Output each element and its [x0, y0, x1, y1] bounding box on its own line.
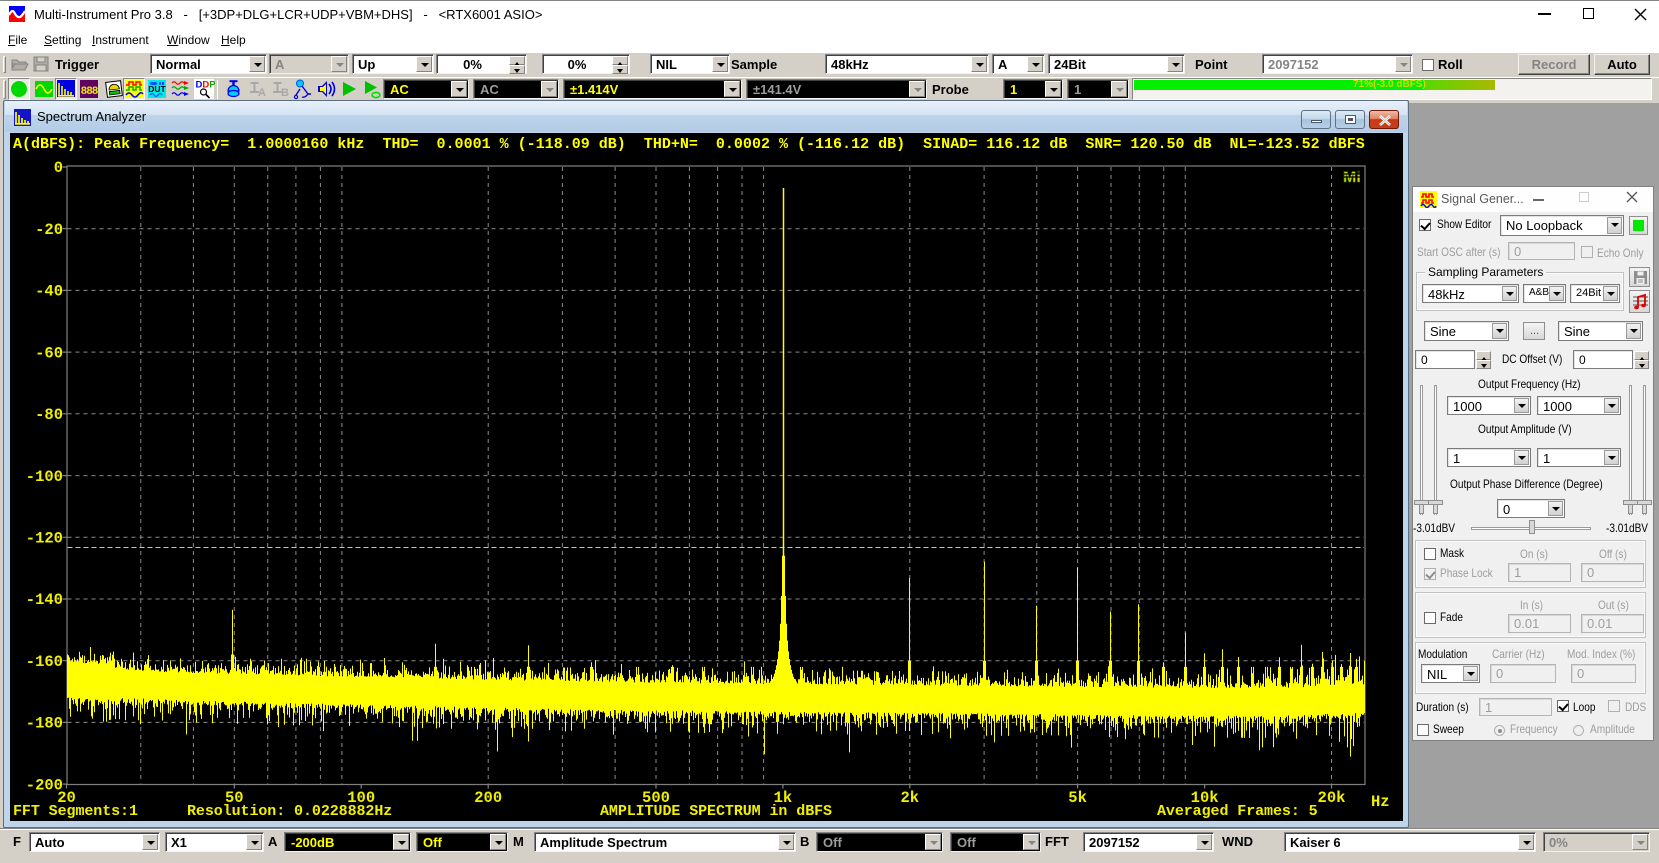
svg-text:0: 0 [54, 159, 63, 177]
svg-text:888: 888 [81, 86, 99, 98]
svg-text:-140: -140 [26, 591, 63, 609]
svg-text:A: A [258, 87, 266, 99]
svg-text:20k: 20k [1318, 789, 1346, 807]
svg-text:-60: -60 [35, 344, 63, 362]
svg-text:Averaged Frames: 5: Averaged Frames: 5 [1157, 803, 1318, 820]
svg-text:2k: 2k [900, 789, 919, 807]
svg-text:-40: -40 [35, 283, 63, 301]
svg-text:-80: -80 [35, 406, 63, 424]
svg-text:5k: 5k [1068, 789, 1087, 807]
svg-text:Resolution: 0.0228882Hz: Resolution: 0.0228882Hz [187, 803, 392, 820]
svg-text:B: B [281, 87, 289, 99]
svg-text:-100: -100 [26, 468, 63, 486]
svg-text:FFT Segments:1: FFT Segments:1 [13, 803, 138, 820]
svg-text:200: 200 [474, 789, 502, 807]
svg-text:-160: -160 [26, 653, 63, 671]
svg-text:-20: -20 [35, 221, 63, 239]
svg-text:AMPLITUDE SPECTRUM in dBFS: AMPLITUDE SPECTRUM in dBFS [600, 803, 832, 820]
svg-text:DUT: DUT [148, 84, 166, 94]
svg-text:Hz: Hz [1371, 793, 1390, 811]
svg-text:DDP: DDP [196, 80, 216, 91]
svg-text:-120: -120 [26, 530, 63, 548]
svg-text:-180: -180 [26, 715, 63, 733]
